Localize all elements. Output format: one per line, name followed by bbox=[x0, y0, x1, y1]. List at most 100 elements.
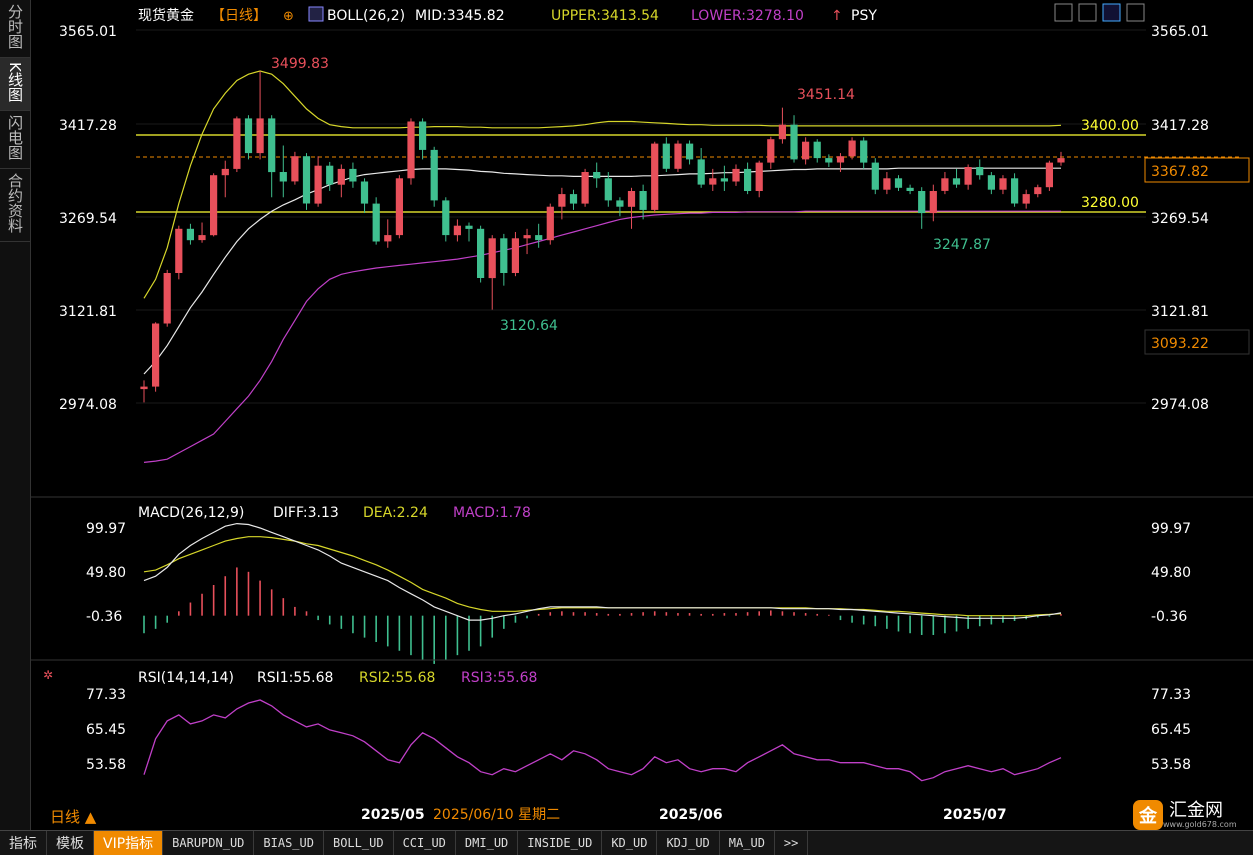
tab-dmi[interactable]: DMI_UD bbox=[456, 831, 519, 855]
sidebar-tab-flash[interactable]: 闪电图 bbox=[0, 111, 30, 169]
crosshair-icon[interactable]: ⊕ bbox=[283, 9, 294, 24]
candle bbox=[326, 161, 334, 191]
candle-body bbox=[1022, 194, 1030, 204]
tab-kdj[interactable]: KDJ_UD bbox=[657, 831, 720, 855]
candle-body bbox=[500, 238, 508, 273]
sidebar-tab-label: 闪电图 bbox=[6, 114, 24, 160]
candle-body bbox=[384, 235, 392, 242]
candle bbox=[163, 269, 171, 327]
tab-indicators[interactable]: 指标 bbox=[0, 831, 47, 855]
candle-body bbox=[523, 235, 531, 239]
sidebar-tab-kline[interactable]: K线图 bbox=[0, 58, 30, 111]
instrument-title: 现货黄金 bbox=[138, 7, 194, 24]
logo: 金 汇金网 www.gold678.com bbox=[1133, 800, 1245, 830]
rsi1-label: RSI1:55.68 bbox=[257, 670, 333, 686]
candle bbox=[651, 141, 659, 214]
candle-body bbox=[825, 158, 833, 163]
candle bbox=[802, 137, 810, 165]
chart-area[interactable]: 现货黄金 【日线】 ⊕ BOLL(26,2) MID:3345.82 UPPER… bbox=[31, 0, 1253, 828]
candle-body bbox=[1034, 187, 1042, 195]
tab-kd[interactable]: KD_UD bbox=[602, 831, 658, 855]
candle bbox=[662, 137, 670, 173]
candle-body bbox=[720, 178, 728, 182]
x-tick-label: 2025/07 bbox=[943, 807, 1007, 823]
candle-body bbox=[952, 178, 961, 185]
tab-vip-indicators[interactable]: VIP指标 bbox=[94, 831, 164, 855]
fullscreen-icon[interactable] bbox=[1054, 3, 1073, 22]
candle-body bbox=[686, 143, 694, 160]
candle-body bbox=[894, 178, 903, 188]
settings-icon[interactable] bbox=[1126, 3, 1145, 22]
tab-templates[interactable]: 模板 bbox=[47, 831, 94, 855]
candle bbox=[430, 146, 438, 207]
candle bbox=[395, 175, 403, 239]
candle bbox=[604, 172, 612, 207]
arrow-up-icon: ↑ bbox=[831, 8, 843, 24]
candle-body bbox=[279, 172, 287, 182]
price-axis-left: 3565.01 3417.28 3269.54 3121.81 2974.08 bbox=[59, 24, 117, 413]
rsi-tick: 53.58 bbox=[1151, 757, 1191, 773]
candle bbox=[268, 115, 276, 198]
candle-body bbox=[453, 225, 461, 236]
macd-tick: 49.80 bbox=[86, 565, 126, 581]
psy-label[interactable]: PSY bbox=[851, 8, 877, 24]
gear-icon[interactable]: ✲ bbox=[43, 668, 53, 682]
x-tick-label: 2025/06 bbox=[659, 807, 723, 823]
macd-plot bbox=[143, 522, 1062, 664]
candle bbox=[732, 164, 740, 186]
candle-body bbox=[198, 235, 206, 241]
rsi-tick: 77.33 bbox=[1151, 687, 1191, 703]
price-tick: 3565.01 bbox=[59, 24, 117, 40]
indicator-tabbar: 指标 模板 VIP指标 BARUPDN_UD BIAS_UD BOLL_UD C… bbox=[0, 830, 1253, 855]
candle-body bbox=[360, 181, 369, 204]
candle-body bbox=[604, 178, 612, 201]
candle bbox=[871, 158, 879, 195]
candle-body bbox=[929, 191, 937, 214]
candle-body bbox=[221, 168, 229, 176]
candle bbox=[860, 137, 868, 169]
candle bbox=[825, 154, 833, 167]
rsi-tick: 53.58 bbox=[86, 757, 126, 773]
candle-body bbox=[639, 191, 647, 210]
candle bbox=[720, 165, 728, 191]
tab-boll[interactable]: BOLL_UD bbox=[324, 831, 394, 855]
indicator-icon[interactable] bbox=[1102, 3, 1121, 22]
period-selector[interactable]: 日线 ▲ bbox=[50, 806, 96, 827]
candle bbox=[279, 145, 287, 198]
tab-inside[interactable]: INSIDE_UD bbox=[518, 831, 603, 855]
boll-lower-label: LOWER:3278.10 bbox=[691, 8, 804, 24]
macd-tick: -0.36 bbox=[86, 609, 122, 625]
price-tick: 3269.54 bbox=[1151, 211, 1209, 227]
candle-body bbox=[999, 178, 1007, 190]
tab-ma[interactable]: MA_UD bbox=[720, 831, 775, 855]
rsi3-label: RSI3:55.68 bbox=[461, 670, 537, 686]
candle bbox=[140, 380, 148, 403]
tab-bias[interactable]: BIAS_UD bbox=[254, 831, 324, 855]
rsi-tick: 65.45 bbox=[1151, 722, 1191, 738]
tab-barupdn[interactable]: BARUPDN_UD bbox=[163, 831, 255, 855]
candle bbox=[419, 118, 427, 160]
candle bbox=[674, 140, 682, 173]
tab-more[interactable]: >> bbox=[775, 831, 809, 855]
price-tick: 3269.54 bbox=[59, 211, 117, 227]
rsi-tick: 65.45 bbox=[86, 722, 126, 738]
candle bbox=[976, 159, 984, 180]
candle bbox=[302, 153, 311, 210]
candle-body bbox=[152, 323, 160, 387]
candle-body bbox=[906, 187, 914, 191]
candle bbox=[755, 160, 763, 198]
candle-body bbox=[233, 118, 241, 169]
current-price-value: 3367.82 bbox=[1151, 164, 1209, 180]
candle bbox=[616, 197, 624, 217]
split-icon[interactable] bbox=[1078, 3, 1097, 22]
candle bbox=[767, 136, 775, 169]
candle bbox=[152, 322, 160, 392]
candle-body bbox=[488, 238, 496, 279]
candle-body bbox=[163, 273, 171, 324]
candle bbox=[349, 162, 357, 188]
sidebar-tab-contract[interactable]: 合约资料 bbox=[0, 169, 30, 242]
rsi-line bbox=[143, 699, 1062, 782]
boll-icon[interactable] bbox=[308, 6, 324, 22]
tab-cci[interactable]: CCI_UD bbox=[394, 831, 456, 855]
sidebar-tab-timeshare[interactable]: 分时图 bbox=[0, 0, 30, 58]
